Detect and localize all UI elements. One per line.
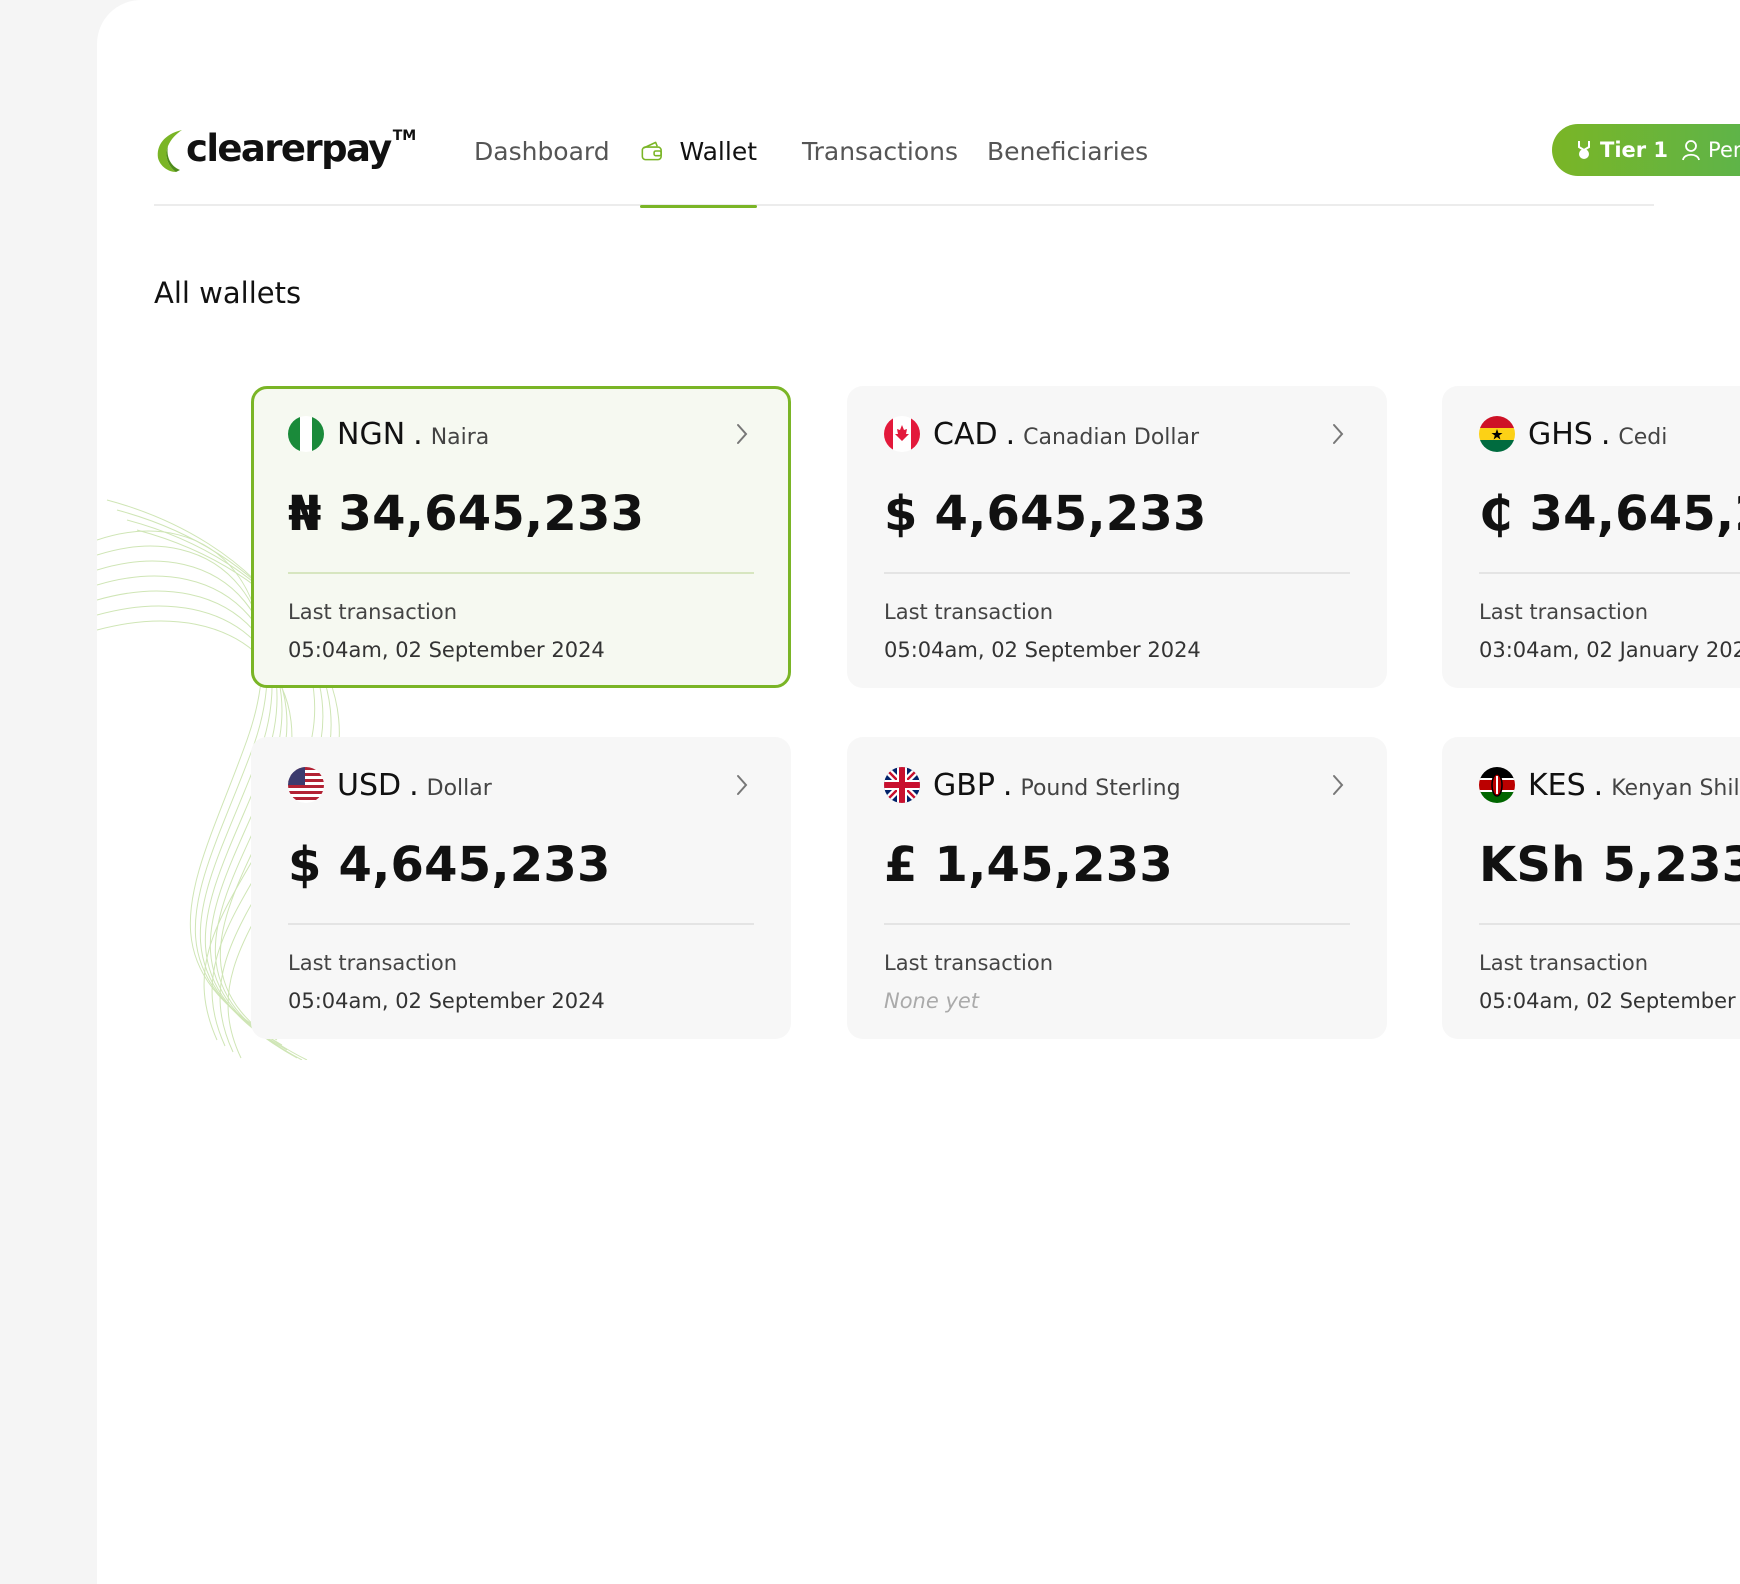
card-divider bbox=[884, 572, 1350, 574]
wallet-card-kes[interactable]: KES . Kenyan Shilling KSh 5,233 Last tra… bbox=[1442, 737, 1740, 1039]
wallet-card-gbp[interactable]: GBP . Pound Sterling £ 1,45,233 Last tra… bbox=[847, 737, 1387, 1039]
currency-name: Pound Sterling bbox=[1020, 775, 1181, 801]
separator-dot: . bbox=[1002, 767, 1013, 803]
page-title: All wallets bbox=[154, 276, 302, 310]
medal-icon bbox=[1578, 141, 1590, 159]
tier-label: Tier 1 bbox=[1600, 138, 1669, 162]
card-divider bbox=[1479, 572, 1740, 574]
nav-item-beneficiaries[interactable]: Beneficiaries bbox=[987, 96, 1148, 206]
nav-label: Dashboard bbox=[474, 136, 610, 166]
tier-badge[interactable]: Tier 1 Per bbox=[1552, 124, 1740, 176]
currency-name: Kenyan Shilling bbox=[1611, 775, 1740, 801]
nigeria-flag-icon bbox=[288, 416, 324, 452]
currency-code: USD bbox=[337, 767, 402, 803]
card-divider bbox=[884, 923, 1350, 925]
wallet-card-ngn[interactable]: NGN . Naira ₦ 34,645,233 Last transactio… bbox=[251, 386, 791, 688]
wallet-card-usd[interactable]: USD . Dollar $ 4,645,233 Last transactio… bbox=[251, 737, 791, 1039]
nav-label: Transactions bbox=[802, 136, 959, 166]
kenya-flag-icon bbox=[1479, 767, 1515, 803]
separator-dot: . bbox=[413, 416, 423, 452]
nav-item-wallet[interactable]: Wallet bbox=[640, 96, 757, 208]
separator-dot: . bbox=[1005, 416, 1016, 452]
last-transaction-value: 05:04am, 02 September 2024 bbox=[1479, 989, 1740, 1013]
last-transaction-value: None yet bbox=[884, 989, 980, 1013]
currency-code: GBP bbox=[933, 767, 995, 803]
last-transaction-value: 05:04am, 02 September 2024 bbox=[288, 638, 605, 662]
usa-flag-icon bbox=[288, 767, 324, 803]
wallet-balance: ₵ 34,645,233 bbox=[1479, 486, 1740, 542]
last-transaction-label: Last transaction bbox=[288, 600, 458, 624]
last-transaction-label: Last transaction bbox=[1479, 951, 1649, 975]
nav-label: Beneficiaries bbox=[987, 136, 1149, 166]
separator-dot: . bbox=[1600, 416, 1611, 452]
nav-item-transactions[interactable]: Transactions bbox=[802, 96, 958, 206]
wallet-balance: $ 4,645,233 bbox=[288, 837, 611, 893]
last-transaction-label: Last transaction bbox=[884, 600, 1054, 624]
uk-flag-icon bbox=[884, 767, 920, 803]
currency-name: Cedi bbox=[1618, 424, 1668, 450]
chevron-right-icon[interactable] bbox=[730, 773, 754, 797]
chevron-right-icon[interactable] bbox=[1326, 422, 1350, 446]
last-transaction-label: Last transaction bbox=[884, 951, 1054, 975]
leaf-logo-icon bbox=[157, 130, 182, 172]
currency-code: CAD bbox=[933, 416, 998, 452]
currency-code: NGN bbox=[337, 416, 406, 452]
wallet-balance: $ 4,645,233 bbox=[884, 486, 1207, 542]
ghana-flag-icon bbox=[1479, 416, 1515, 452]
currency-name: Canadian Dollar bbox=[1023, 424, 1200, 450]
last-transaction-value: 03:04am, 02 January 2024 bbox=[1479, 638, 1740, 662]
wallet-icon bbox=[641, 141, 662, 161]
nav-label: Wallet bbox=[679, 136, 757, 166]
currency-name: Dollar bbox=[426, 775, 492, 801]
wallet-balance: KSh 5,233 bbox=[1479, 837, 1740, 893]
brand-name: clearerpay bbox=[186, 127, 392, 170]
nav-item-dashboard[interactable]: Dashboard bbox=[474, 96, 610, 206]
wallet-balance: £ 1,45,233 bbox=[884, 837, 1173, 893]
account-type-label: Per bbox=[1708, 138, 1740, 162]
last-transaction-value: 05:04am, 02 September 2024 bbox=[884, 638, 1201, 662]
top-navigation-bar: clearerpay TM Dashboard Wallet Transacti… bbox=[154, 96, 1740, 208]
clearerpay-logo[interactable]: clearerpay TM bbox=[154, 126, 416, 176]
wallet-card-cad[interactable]: CAD . Canadian Dollar $ 4,645,233 Last t… bbox=[847, 386, 1387, 688]
wallet-balance: ₦ 34,645,233 bbox=[288, 486, 645, 542]
user-icon bbox=[1682, 140, 1700, 161]
separator-dot: . bbox=[409, 767, 419, 803]
last-transaction-label: Last transaction bbox=[1479, 600, 1649, 624]
card-divider bbox=[288, 572, 754, 574]
chevron-right-icon[interactable] bbox=[730, 422, 754, 446]
last-transaction-label: Last transaction bbox=[288, 951, 458, 975]
last-transaction-value: 05:04am, 02 September 2024 bbox=[288, 989, 605, 1013]
active-tab-indicator bbox=[640, 205, 757, 208]
trademark-mark: TM bbox=[392, 128, 417, 144]
currency-code: KES bbox=[1528, 767, 1586, 803]
currency-code: GHS bbox=[1528, 416, 1593, 452]
chevron-right-icon[interactable] bbox=[1326, 773, 1350, 797]
card-divider bbox=[288, 923, 754, 925]
separator-dot: . bbox=[1593, 767, 1604, 803]
wallet-card-ghs[interactable]: GHS . Cedi ₵ 34,645,233 Last transaction… bbox=[1442, 386, 1740, 688]
currency-name: Naira bbox=[430, 424, 490, 450]
card-divider bbox=[1479, 923, 1740, 925]
canada-flag-icon bbox=[884, 416, 920, 452]
